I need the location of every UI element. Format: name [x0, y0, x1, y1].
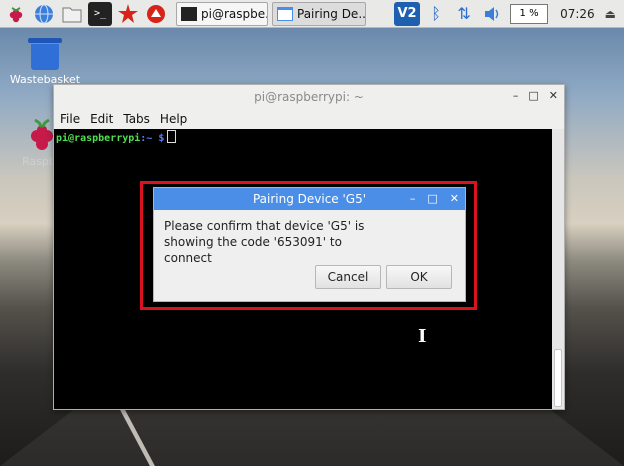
raspberry-menu-icon[interactable]: [4, 2, 28, 26]
dialog-title: Pairing Device 'G5': [252, 192, 367, 206]
dialog-minimize-icon[interactable]: –: [410, 192, 416, 205]
prompt-path: :~ $: [140, 133, 165, 144]
cpu-monitor[interactable]: 1 %: [510, 3, 549, 24]
menu-edit[interactable]: Edit: [90, 112, 113, 126]
file-manager-icon[interactable]: [60, 2, 84, 26]
menu-file[interactable]: File: [60, 112, 80, 126]
maximize-icon[interactable]: □: [528, 89, 538, 102]
menu-tabs[interactable]: Tabs: [123, 112, 150, 126]
dialog-message-line2: showing the code '653091' to connect: [164, 235, 342, 265]
eject-icon[interactable]: ⏏: [605, 7, 616, 21]
terminal-window-icon: [181, 6, 197, 21]
vnc-icon[interactable]: V2: [394, 1, 421, 26]
dialog-message-line1: Please confirm that device 'G5' is: [164, 219, 365, 233]
close-icon[interactable]: ✕: [549, 89, 558, 102]
system-tray: V2 ᛒ ⇅ 1 % 07:26 ⏏: [394, 0, 624, 28]
volume-icon[interactable]: [480, 2, 504, 26]
vnc-label: V2: [397, 6, 417, 21]
dialog-window-icon: [277, 6, 293, 21]
bluetooth-icon[interactable]: ᛒ: [424, 2, 448, 26]
terminal-menubar: File Edit Tabs Help: [54, 109, 564, 129]
taskbar: >_ pi@raspbe... Pairing De... V2 ᛒ ⇅ 1 %…: [0, 0, 624, 28]
taskbar-window-pairing[interactable]: Pairing De...: [272, 1, 366, 26]
taskbar-window-terminal[interactable]: pi@raspbe...: [176, 1, 268, 26]
text-cursor: [167, 130, 177, 143]
taskbar-window-pairing-label: Pairing De...: [297, 6, 366, 21]
dialog-maximize-icon[interactable]: □: [427, 192, 437, 205]
ok-button[interactable]: OK: [386, 265, 452, 289]
pairing-dialog[interactable]: Pairing Device 'G5' – □ ✕ Please confirm…: [153, 187, 466, 302]
dialog-message: Please confirm that device 'G5' is showi…: [164, 218, 374, 266]
wastebasket-icon: [8, 38, 82, 70]
web-browser-icon[interactable]: [32, 2, 56, 26]
mathematica-icon[interactable]: [116, 2, 140, 26]
terminal-scrollbar[interactable]: [552, 129, 564, 409]
dialog-window-controls: – □ ✕: [410, 192, 459, 205]
clock[interactable]: 07:26: [560, 7, 595, 21]
shell-prompt: pi@raspberrypi:~ $: [56, 130, 177, 144]
taskbar-window-terminal-label: pi@raspbe...: [201, 6, 267, 21]
network-icon[interactable]: ⇅: [452, 2, 476, 26]
terminal-icon[interactable]: >_: [88, 1, 112, 26]
terminal-title: pi@raspberrypi: ~: [254, 90, 364, 104]
minimize-icon[interactable]: –: [513, 89, 519, 102]
terminal-titlebar[interactable]: pi@raspberrypi: ~ – □ ✕: [54, 85, 564, 109]
cancel-button[interactable]: Cancel: [315, 265, 381, 289]
dialog-close-icon[interactable]: ✕: [450, 192, 459, 205]
prompt-host: pi@raspberrypi: [56, 133, 141, 144]
dialog-titlebar[interactable]: Pairing Device 'G5' – □ ✕: [154, 188, 465, 210]
terminal-window-controls: – □ ✕: [513, 89, 558, 102]
wolfram-icon[interactable]: [144, 2, 168, 26]
menu-help[interactable]: Help: [160, 112, 187, 126]
desktop-icon-wastebasket[interactable]: Wastebasket: [8, 38, 82, 86]
scrollbar-thumb[interactable]: [554, 349, 562, 407]
mouse-ibeam-cursor: I: [418, 326, 427, 347]
